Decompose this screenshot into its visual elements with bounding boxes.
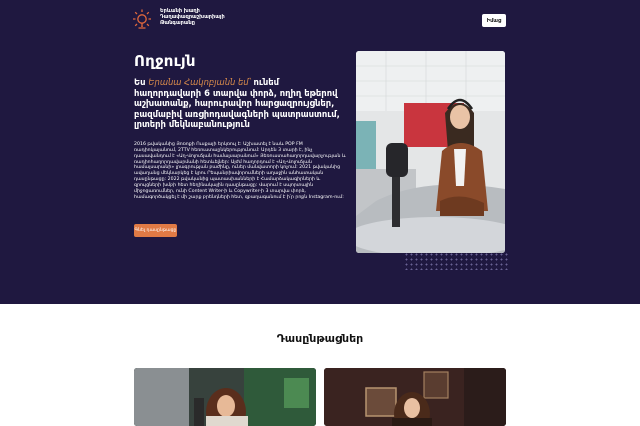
hero-subtitle: Ես Երանա Հակոբյանն եմ՝ ունեմ հաղորդավարի… [134, 77, 344, 130]
hero-bio: 2016 թվականից Յոռոքի Ուսքայի երկռուլ է: … [134, 142, 346, 200]
course-card[interactable] [324, 368, 506, 426]
brand-name: Երևանի խաղի Դաղափազրաշխարիայի Թանգարանը [160, 8, 240, 27]
course-card[interactable] [134, 368, 316, 426]
course-card-photo [134, 368, 316, 426]
header-button[interactable]: Իմաց [482, 14, 506, 27]
intro-name: Երանա Հակոբյանն եմ՝ [148, 77, 251, 87]
hero-title: Ողջույն [134, 52, 196, 70]
intro-prefix: Ես [134, 77, 149, 87]
buy-course-button[interactable]: Գնել դասընթացը [134, 224, 177, 237]
host-photo [356, 51, 505, 253]
course-card-photo [324, 368, 506, 426]
courses-title: Դասընթացներ [276, 332, 364, 345]
decorative-dots [404, 252, 508, 270]
brand-line: Թանգարանը [160, 20, 195, 27]
radio-studio-photo [356, 51, 505, 253]
hero-section: Երևանի խաղի Դաղափազրաշխարիայի Թանգարանը … [0, 0, 640, 304]
podcast-logo-icon[interactable] [130, 8, 154, 32]
